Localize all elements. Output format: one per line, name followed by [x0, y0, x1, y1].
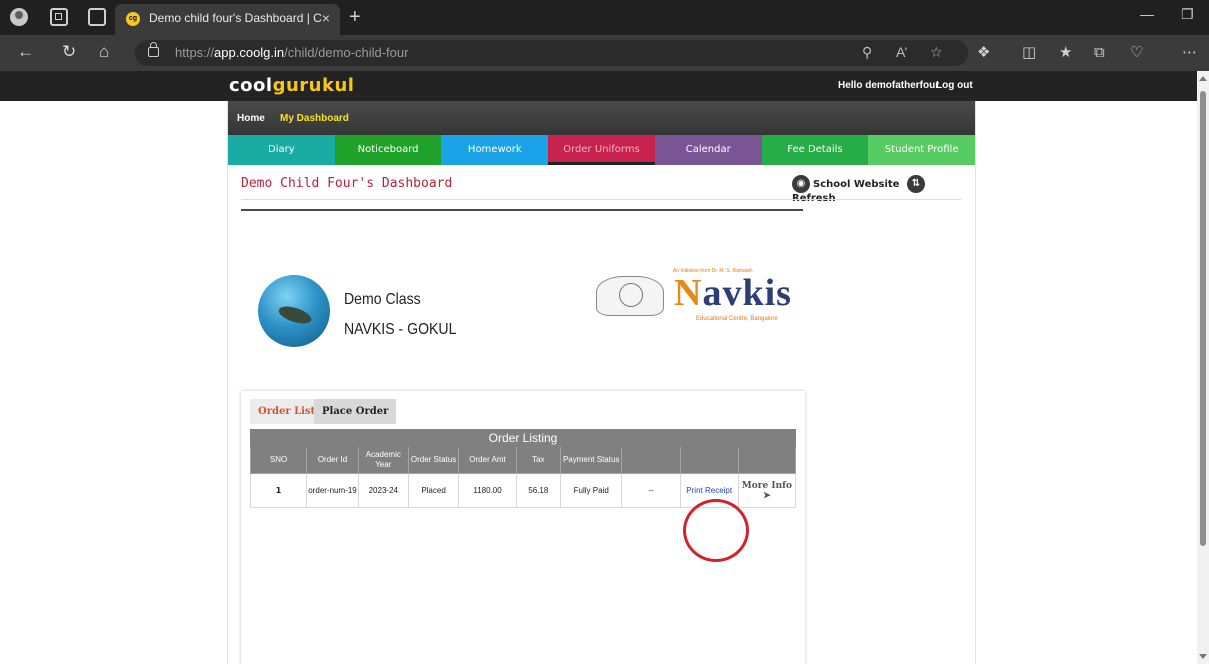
school-seal-icon	[596, 276, 664, 316]
col-header: Order Status	[407, 446, 460, 474]
coolgurukul-logo[interactable]: coolgurukul	[229, 75, 354, 96]
restore-icon[interactable]: ❐	[1181, 6, 1194, 23]
header-links: ◉School Website ⇅Refresh	[792, 175, 975, 205]
browser-tab-active[interactable]: cg Demo child four's Dashboard | C ×	[115, 4, 340, 35]
favicon-icon: cg	[126, 12, 140, 26]
page-scrollbar[interactable]	[1197, 71, 1209, 664]
new-tab-button[interactable]: +	[349, 4, 361, 30]
col-header	[737, 446, 797, 474]
col-header: Tax	[515, 446, 562, 474]
student-school: NAVKIS - GOKUL	[344, 321, 457, 338]
cell-academic-year: 2023-24	[357, 473, 409, 508]
cell-sno: 1	[249, 473, 308, 508]
split-screen-icon[interactable]: ◫	[1022, 44, 1036, 62]
browser-essentials-icon[interactable]: ♡	[1130, 44, 1143, 62]
scroll-thumb[interactable]	[1200, 91, 1206, 546]
globe-icon: ◉	[792, 175, 810, 193]
tab-title: Demo child four's Dashboard | C	[149, 11, 322, 25]
more-menu-icon[interactable]: ⋯	[1182, 44, 1197, 62]
read-aloud-icon[interactable]: A’	[896, 44, 907, 60]
back-icon[interactable]: ←	[17, 43, 34, 61]
menu-student-profile[interactable]: Student Profile	[868, 135, 976, 165]
menu-noticeboard[interactable]: Noticeboard	[334, 135, 442, 165]
nav-my-dashboard-link[interactable]: My Dashboard	[280, 113, 349, 124]
browser-address-bar: ← ↻ ⌂ https://app.coolg.in/child/demo-ch…	[0, 35, 1209, 71]
table-caption: Order Listing	[250, 429, 796, 447]
tab-actions-icon[interactable]	[88, 8, 106, 26]
profile-icon[interactable]	[10, 8, 28, 26]
student-class: Demo Class	[344, 291, 421, 308]
favorites-icon[interactable]: ★	[1059, 44, 1072, 62]
school-website-link[interactable]: ◉ School Website	[792, 175, 907, 193]
col-header: Order Amt	[458, 446, 517, 474]
cell-payment-status: Fully Paid	[560, 473, 623, 508]
workspaces-icon[interactable]	[50, 8, 68, 26]
title-divider	[241, 199, 961, 200]
cell-order-amount: 1180.00	[458, 473, 517, 508]
col-header: Order Id	[306, 446, 359, 474]
cell-tax: 56.18	[515, 473, 562, 508]
scroll-down-icon[interactable]	[1199, 654, 1207, 659]
menu-diary[interactable]: Diary	[228, 135, 335, 165]
col-header: Payment Status	[560, 446, 623, 474]
site-header: coolgurukul Hello demofatherfour Log out	[0, 71, 1197, 101]
school-logo: An Initiative from Dr. M. S. Ramaiah Nav…	[596, 266, 791, 326]
nav-home-link[interactable]: Home	[237, 113, 265, 124]
dashboard-title: Demo Child Four's Dashboard	[241, 176, 453, 191]
greeting-text: Hello demofatherfour	[838, 80, 940, 91]
top-nav: Home My Dashboard	[228, 101, 975, 135]
logout-link[interactable]: Log out	[936, 80, 973, 91]
dashboard-container: Home My Dashboard Diary Noticeboard Home…	[227, 101, 976, 664]
reload-icon[interactable]: ↻	[62, 43, 76, 61]
page-viewport: coolgurukul Hello demofatherfour Log out…	[0, 71, 1197, 664]
url-text: https://app.coolg.in/child/demo-child-fo…	[175, 45, 409, 60]
refresh-icon: ⇅	[906, 175, 925, 193]
cell-extra: --	[621, 473, 681, 508]
menu-fee-details[interactable]: Fee Details	[761, 135, 869, 165]
annotation-circle	[683, 499, 749, 562]
zoom-icon[interactable]: ⚲	[862, 44, 872, 61]
col-header	[679, 446, 739, 474]
url-field[interactable]: https://app.coolg.in/child/demo-child-fo…	[135, 40, 968, 66]
order-listing-table: Order Listing SNO Order Id Academic Year…	[249, 429, 797, 508]
home-icon[interactable]: ⌂	[99, 43, 109, 61]
menu-order-uniforms[interactable]: Order Uniforms	[548, 135, 655, 165]
scroll-up-icon[interactable]	[1199, 76, 1207, 81]
lock-icon	[148, 42, 159, 57]
col-header: SNO	[249, 446, 308, 474]
minimize-icon[interactable]: —	[1140, 6, 1154, 22]
section-divider	[241, 209, 803, 211]
table-header-row: SNO Order Id Academic Year Order Status …	[249, 446, 797, 474]
tab-place-order[interactable]: Place Order	[314, 399, 397, 424]
more-info-link[interactable]: More Info ➤	[737, 473, 797, 508]
module-menu: Diary Noticeboard Homework Order Uniform…	[228, 135, 976, 165]
favorite-star-icon[interactable]: ☆	[930, 44, 943, 61]
menu-homework[interactable]: Homework	[441, 135, 549, 165]
col-header: Academic Year	[357, 446, 409, 474]
col-header	[621, 446, 681, 474]
school-subtitle: Educational Centre, Bangalore	[696, 316, 778, 322]
tab-close-icon[interactable]: ×	[322, 4, 330, 33]
student-avatar	[258, 275, 330, 347]
turtle-image	[276, 303, 314, 327]
tab-order-list[interactable]: Order List	[250, 399, 324, 424]
collections-icon[interactable]: ⧉	[1094, 44, 1105, 62]
cell-order-status: Placed	[407, 473, 460, 508]
extensions-icon[interactable]: ❖	[977, 44, 990, 62]
school-wordmark: Navkis	[674, 272, 792, 314]
browser-tab-bar: cg Demo child four's Dashboard | C × + —…	[0, 0, 1209, 35]
cell-order-id: order-num-19	[306, 473, 359, 508]
menu-calendar[interactable]: Calendar	[654, 135, 762, 165]
